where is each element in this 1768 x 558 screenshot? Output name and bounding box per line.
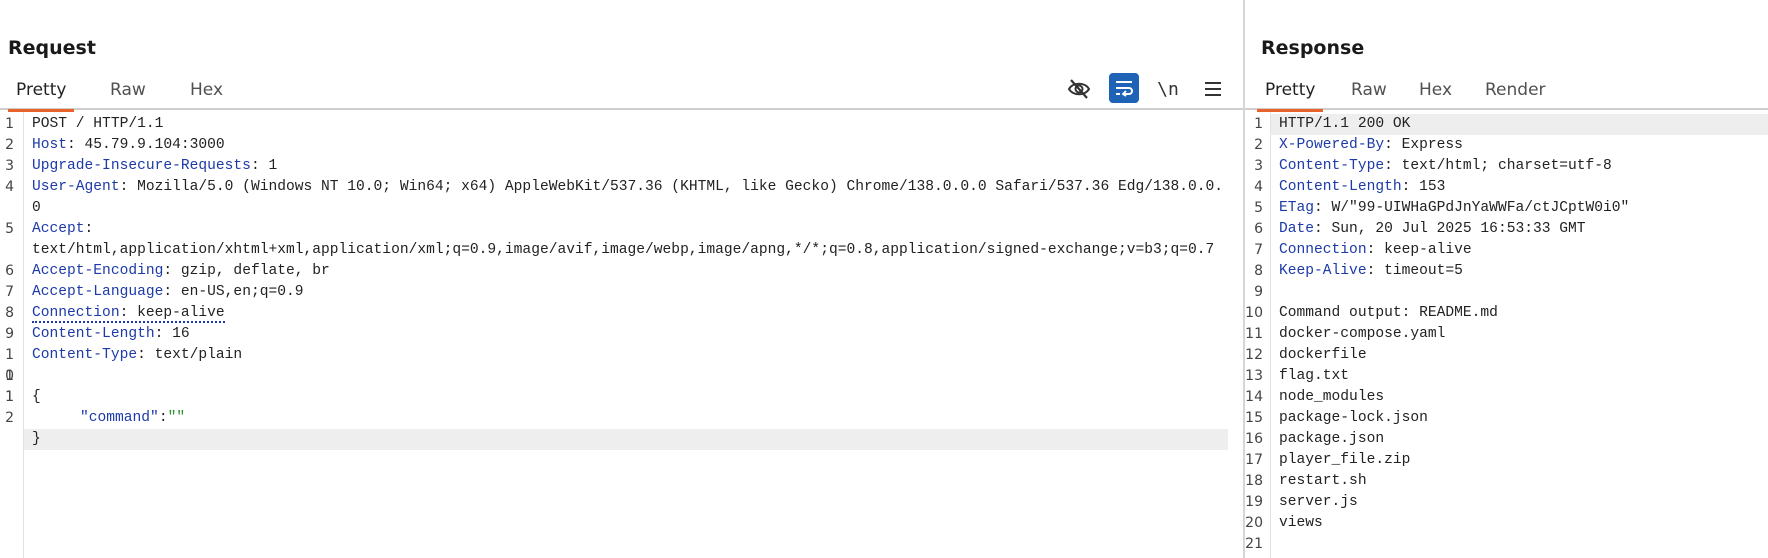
header-key: Accept-Language	[32, 284, 164, 300]
response-title: Response	[1261, 37, 1365, 59]
request-tab-raw[interactable]: Raw	[102, 80, 154, 110]
response-line: 16 package.json	[1245, 431, 1385, 447]
header-key: ETag	[1279, 200, 1315, 216]
header-key: Content-Type	[32, 347, 138, 363]
connection-header[interactable]: Connection: keep-alive	[32, 305, 225, 323]
request-tabs: Pretty Raw Hex	[0, 74, 1243, 112]
header-key: Accept	[32, 221, 85, 237]
response-editor[interactable]: 1 HTTP/1.1 200 OK 2 X-Powered-By: Express …	[1245, 112, 1768, 558]
response-tab-hex[interactable]: Hex	[1411, 80, 1460, 110]
response-tabs: Pretty Raw Hex Render	[1245, 74, 1768, 112]
response-line: 1 HTTP/1.1 200 OK	[1254, 114, 1768, 135]
newline-toggle-button[interactable]: \n	[1153, 74, 1183, 104]
response-line: 7 Connection: keep-alive	[1254, 242, 1472, 258]
request-line: 9 Content-Length: 16	[5, 326, 190, 342]
response-line: 11 docker-compose.yaml	[1245, 326, 1446, 342]
request-line-current: }	[24, 429, 1228, 450]
request-line: 1 POST / HTTP/1.1	[5, 116, 164, 132]
request-line: 4 User-Agent: Mozilla/5.0 (Windows NT 10.…	[5, 179, 1224, 216]
request-tab-hex[interactable]: Hex	[182, 80, 231, 110]
response-line: 5 ETag: W/"99-UIWHaGPdJnYaWWFa/ctJCptW0i0…	[1254, 200, 1630, 216]
newline-label: \n	[1157, 78, 1179, 100]
request-line: 10 Content-Type: text/plain	[5, 347, 243, 384]
header-key: X-Powered-By	[1279, 137, 1385, 153]
header-key: Connection	[1279, 242, 1367, 258]
response-line: 8 Keep-Alive: timeout=5	[1254, 263, 1463, 279]
response-line: 15 package-lock.json	[1245, 410, 1428, 426]
response-tab-pretty[interactable]: Pretty	[1257, 80, 1324, 112]
request-line: 7 Accept-Language: en-US,en;q=0.9	[5, 284, 304, 300]
header-key: Connection	[32, 305, 120, 321]
request-tab-pretty[interactable]: Pretty	[8, 80, 75, 112]
header-key: Accept-Encoding	[32, 263, 164, 279]
response-line: 9	[1254, 284, 1263, 300]
request-pane: Request Pretty Raw Hex \n 1 POST / HTTP/…	[0, 0, 1243, 558]
json-string: ""	[167, 410, 186, 426]
response-line: 2 X-Powered-By: Express	[1254, 137, 1463, 153]
response-line: 10 Command output: README.md	[1245, 305, 1498, 321]
response-tab-raw[interactable]: Raw	[1343, 80, 1395, 110]
header-key: Content-Type	[1279, 158, 1385, 174]
response-line: 19 server.js	[1245, 494, 1358, 510]
request-line: 3 Upgrade-Insecure-Requests: 1	[5, 158, 278, 174]
request-line: 11	[5, 368, 14, 405]
request-line: 12{	[5, 389, 41, 426]
hamburger-menu-icon[interactable]	[1198, 74, 1228, 104]
word-wrap-icon[interactable]	[1109, 73, 1139, 103]
header-key: Upgrade-Insecure-Requests	[32, 158, 251, 174]
response-line: 4 Content-Length: 153	[1254, 179, 1446, 195]
header-key: Host	[32, 137, 68, 153]
request-line: 2 Host: 45.79.9.104:3000	[5, 137, 225, 153]
json-key: "command"	[80, 410, 159, 426]
request-line: 8 Connection: keep-alive	[5, 305, 225, 323]
request-line: 6 Accept-Encoding: gzip, deflate, br	[5, 263, 330, 279]
response-line: 13 flag.txt	[1245, 368, 1350, 384]
header-key: Content-Length	[1279, 179, 1402, 195]
response-tab-render[interactable]: Render	[1477, 80, 1554, 110]
response-line: 17 player_file.zip	[1245, 452, 1411, 468]
response-line: 20 views	[1245, 515, 1323, 531]
response-line: 21	[1245, 536, 1263, 552]
response-line: 3 Content-Type: text/html; charset=utf-8	[1254, 158, 1612, 174]
response-line: 14 node_modules	[1245, 389, 1385, 405]
header-key: Date	[1279, 221, 1315, 237]
response-line: 18 restart.sh	[1245, 473, 1367, 489]
response-line: 6 Date: Sun, 20 Jul 2025 16:53:33 GMT	[1254, 221, 1586, 237]
request-editor[interactable]: 1 POST / HTTP/1.1 2 Host: 45.79.9.104:3000…	[0, 112, 1243, 558]
request-title: Request	[8, 37, 96, 59]
header-key: Content-Length	[32, 326, 155, 342]
response-code[interactable]: 1 HTTP/1.1 200 OK 2 X-Powered-By: Express …	[1245, 114, 1768, 555]
request-line: 5 Accept: text/html,application/xhtml+xml…	[5, 221, 1215, 258]
header-key: User-Agent	[32, 179, 120, 195]
request-line: "command":""	[80, 410, 186, 426]
response-pane: Response Pretty Raw Hex Render 1 HTTP/1.1…	[1245, 0, 1768, 558]
response-line: 12 dockerfile	[1245, 347, 1367, 363]
eye-slash-icon[interactable]	[1064, 74, 1094, 104]
request-code[interactable]: 1 POST / HTTP/1.1 2 Host: 45.79.9.104:3000…	[5, 114, 1243, 450]
header-key: Keep-Alive	[1279, 263, 1367, 279]
